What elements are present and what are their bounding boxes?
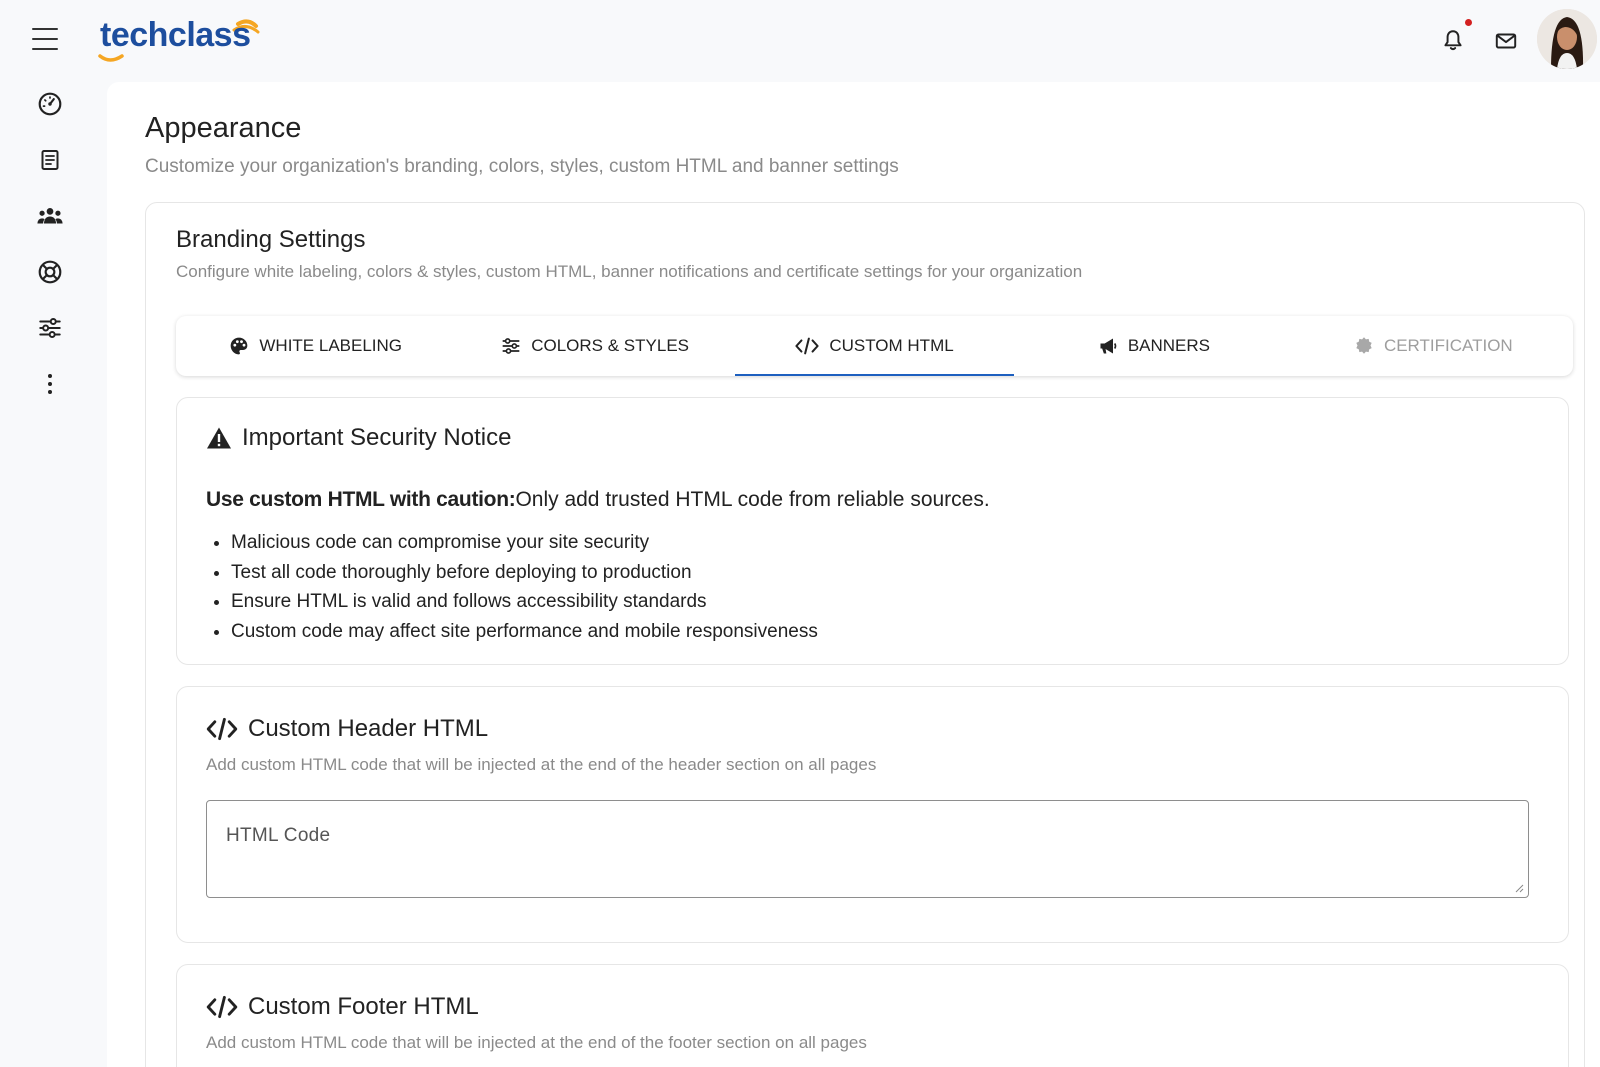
sliders-icon — [502, 338, 520, 354]
tab-label: BANNERS — [1127, 336, 1211, 355]
list-item: Ensure HTML is valid and follows accessi… — [231, 587, 818, 617]
custom-header-html-title-text: Custom Header HTML — [248, 715, 489, 742]
custom-footer-html-title: Custom Footer HTML — [206, 993, 479, 1021]
dashboard-icon[interactable] — [36, 90, 64, 118]
palette-icon — [231, 337, 248, 355]
tab-label: CERTIFICATION — [1383, 336, 1513, 355]
more-vertical-icon[interactable] — [36, 370, 64, 398]
support-icon[interactable] — [36, 258, 64, 286]
code-icon — [206, 995, 238, 1019]
caution-text: Only add trusted HTML code from reliable… — [515, 488, 990, 511]
settings-tabs: WHITE LABELING COLORS & STYLES CUSTOM HT… — [176, 316, 1573, 376]
list-item: Test all code thoroughly before deployin… — [231, 558, 818, 588]
logo[interactable]: techclass — [96, 10, 266, 66]
tab-banners[interactable]: BANNERS — [1014, 316, 1293, 376]
book-icon[interactable] — [36, 146, 64, 174]
header-html-placeholder: HTML Code — [226, 825, 331, 846]
list-item: Malicious code can compromise your site … — [231, 528, 818, 558]
custom-footer-html-title-text: Custom Footer HTML — [248, 993, 479, 1020]
menu-icon[interactable] — [32, 28, 58, 50]
custom-header-html-title: Custom Header HTML — [206, 715, 488, 743]
sliders-icon[interactable] — [36, 314, 64, 342]
security-notice-list: Malicious code can compromise your site … — [231, 528, 818, 646]
custom-footer-html-subtitle: Add custom HTML code that will be inject… — [206, 1033, 867, 1052]
top-bar: techclass — [0, 0, 1600, 80]
custom-header-html-subtitle: Add custom HTML code that will be inject… — [206, 755, 877, 774]
resize-handle-icon[interactable] — [1514, 883, 1524, 893]
bell-icon[interactable] — [1440, 28, 1466, 54]
tab-custom-html[interactable]: CUSTOM HTML — [734, 316, 1015, 376]
code-icon — [206, 717, 238, 741]
avatar[interactable] — [1537, 9, 1597, 69]
users-icon[interactable] — [36, 202, 64, 230]
custom-footer-html-panel: Custom Footer HTML Add custom HTML code … — [176, 964, 1569, 1067]
security-notice-panel: Important Security Notice Use custom HTM… — [176, 397, 1569, 665]
branding-settings-subtitle: Configure white labeling, colors & style… — [176, 262, 1083, 281]
list-item: Custom code may affect site performance … — [231, 617, 818, 647]
header-html-textarea[interactable]: HTML Code — [206, 800, 1529, 898]
warning-icon — [207, 427, 231, 449]
branding-settings-title: Branding Settings — [176, 226, 366, 253]
notification-dot — [1465, 19, 1472, 26]
badge-icon — [1356, 337, 1372, 354]
custom-header-html-panel: Custom Header HTML Add custom HTML code … — [176, 686, 1569, 943]
security-notice-lead: Use custom HTML with caution:Only add tr… — [206, 488, 990, 512]
tab-white-labeling[interactable]: WHITE LABELING — [176, 316, 455, 376]
tab-label: CUSTOM HTML — [829, 336, 954, 355]
logo-text: techclass — [100, 16, 251, 54]
mail-icon[interactable] — [1493, 28, 1519, 54]
code-icon — [795, 337, 819, 355]
user-avatar-icon — [1537, 9, 1597, 69]
caution-label: Use custom HTML with caution: — [206, 488, 516, 511]
tab-colors-styles[interactable]: COLORS & STYLES — [455, 316, 734, 376]
page-subtitle: Customize your organization's branding, … — [145, 156, 899, 177]
sidebar — [0, 80, 100, 1067]
security-notice-title-text: Important Security Notice — [242, 424, 512, 451]
page-title: Appearance — [145, 112, 302, 144]
megaphone-icon — [1100, 338, 1117, 354]
tab-label: WHITE LABELING — [259, 336, 403, 355]
tab-label: COLORS & STYLES — [531, 336, 689, 355]
security-notice-title: Important Security Notice — [206, 424, 511, 452]
tab-certification[interactable]: CERTIFICATION — [1294, 316, 1573, 376]
